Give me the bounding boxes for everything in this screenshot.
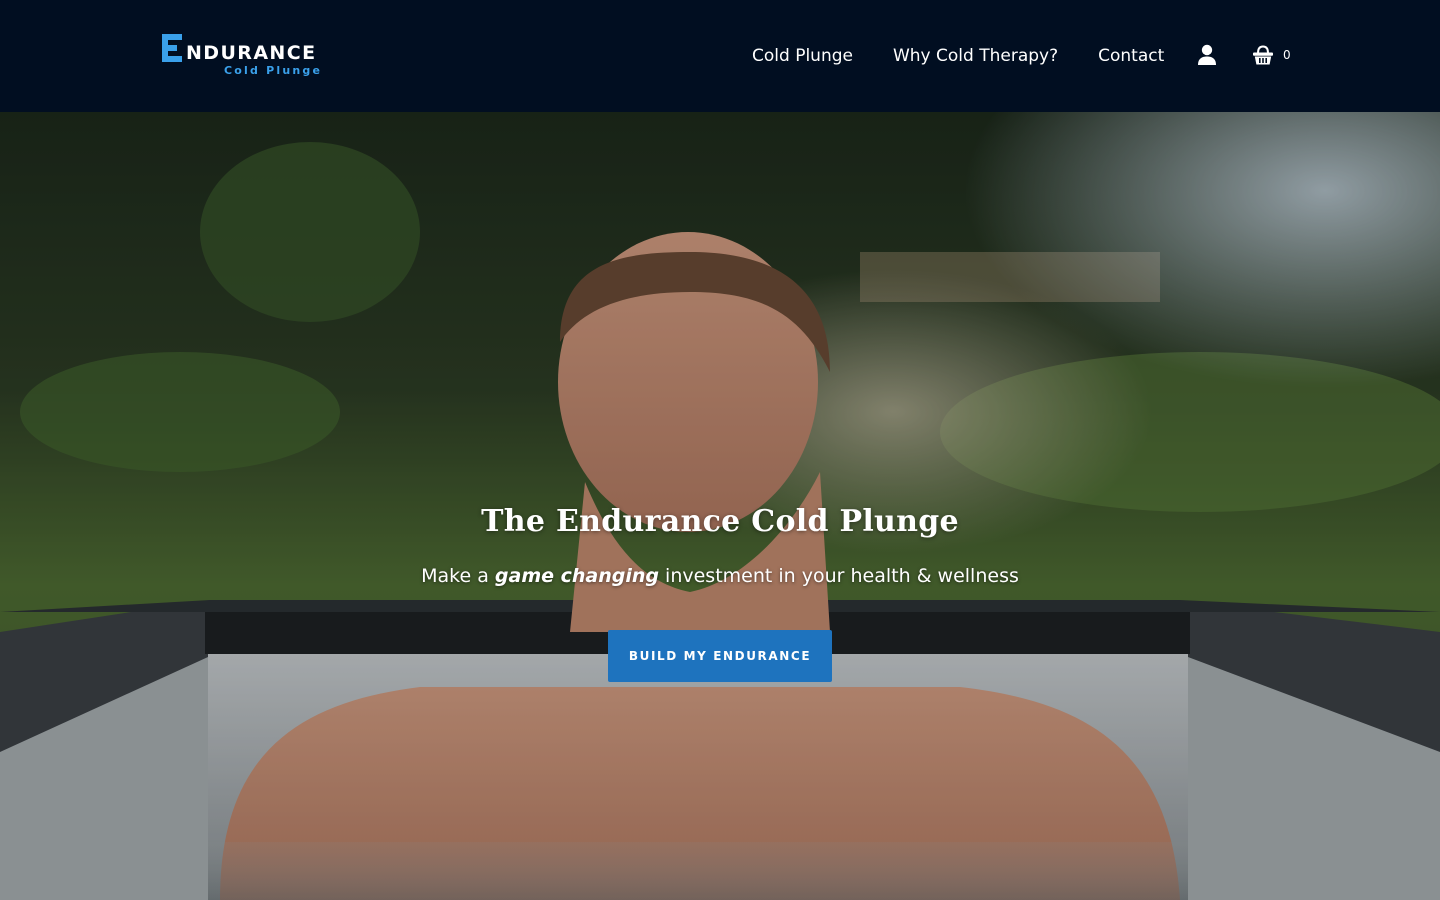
user-icon[interactable] <box>1197 44 1217 66</box>
site-header: NDURANCE Cold Plunge Cold Plunge Why Col… <box>0 0 1440 112</box>
nav-why-cold-therapy[interactable]: Why Cold Therapy? <box>893 46 1058 66</box>
hero-subtitle-start: Make a <box>421 565 495 587</box>
basket-icon[interactable] <box>1252 44 1274 66</box>
logo-e-mark <box>162 34 184 62</box>
hero-section: The Endurance Cold Plunge Make a game ch… <box>0 112 1440 900</box>
hero-subtitle: Make a game changing investment in your … <box>0 565 1440 587</box>
build-my-endurance-button[interactable]: BUILD MY ENDURANCE <box>608 630 832 682</box>
hero-title: The Endurance Cold Plunge <box>481 504 959 539</box>
site-logo[interactable]: NDURANCE Cold Plunge <box>162 32 337 82</box>
hero-subtitle-emphasis: game changing <box>494 565 660 587</box>
main-nav: Cold Plunge Why Cold Therapy? Contact <box>752 42 1204 70</box>
logo-word: NDURANCE <box>186 42 317 64</box>
logo-tagline: Cold Plunge <box>224 64 323 77</box>
nav-cold-plunge[interactable]: Cold Plunge <box>752 46 853 66</box>
nav-contact[interactable]: Contact <box>1098 46 1164 66</box>
logo-wordmark: NDURANCE <box>162 32 317 64</box>
hero-subtitle-end: investment in your health & wellness <box>659 565 1019 587</box>
cart-count: 0 <box>1283 48 1291 62</box>
